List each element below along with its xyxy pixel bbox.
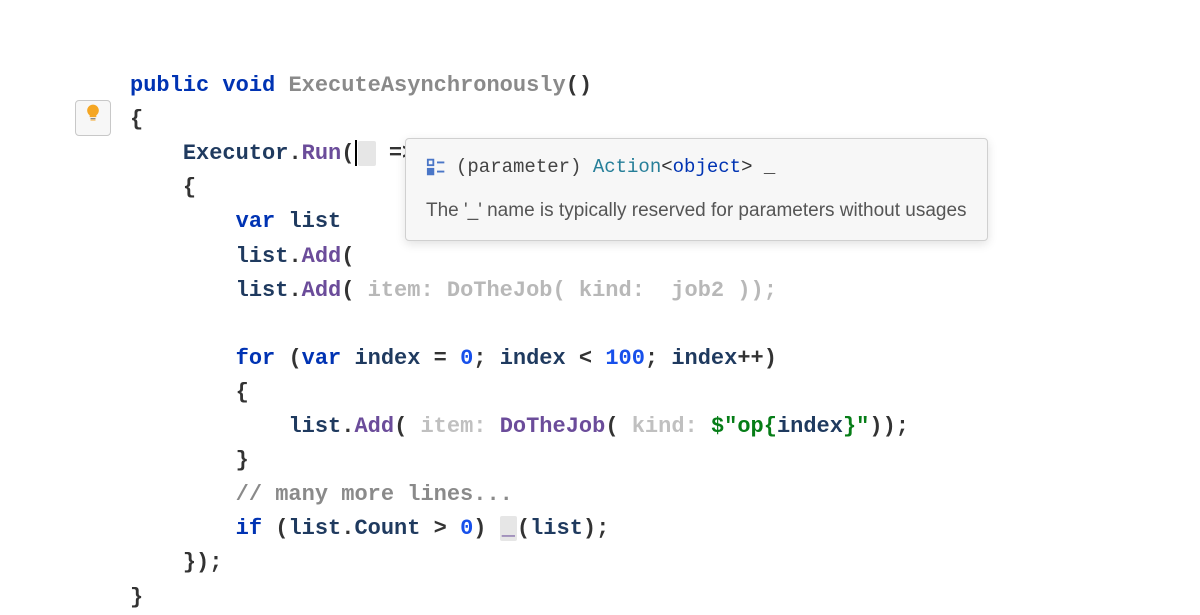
lightbulb-button[interactable] [75, 100, 111, 136]
parameter-info-tooltip: (parameter) Action<object> _ The '_' nam… [405, 138, 988, 241]
code-line: for (var index = 0; index < 100; index++… [130, 346, 777, 371]
code-line: public void ExecuteAsynchronously() [130, 73, 592, 98]
code-line: // many more lines... [130, 482, 513, 507]
code-line: }); [130, 550, 222, 575]
code-line: Executor.Run( => [130, 141, 415, 166]
param-highlight [358, 141, 375, 166]
code-line: if (list.Count > 0) _(list); [130, 516, 609, 541]
code-line: { [130, 380, 249, 405]
code-line: list.Add( item: DoTheJob( kind: $"op{ind… [130, 414, 909, 439]
code-line: } [130, 585, 143, 610]
code-line: list.Add( item: DoTheJob( kind: job2 )); [130, 278, 777, 303]
code-line: list.Add( [130, 244, 354, 269]
code-line: } [130, 448, 249, 473]
tooltip-description: The '_' name is typically reserved for p… [426, 196, 967, 225]
code-line: var list [130, 209, 354, 234]
code-line: { [130, 175, 196, 200]
tooltip-signature: (parameter) Action<object> _ [426, 153, 967, 182]
parameter-icon [426, 153, 448, 182]
lightbulb-icon [83, 101, 103, 135]
param-highlight: _ [500, 516, 517, 541]
code-line: { [130, 107, 143, 132]
code-editor[interactable]: public void ExecuteAsynchronously() { Ex… [130, 35, 909, 615]
